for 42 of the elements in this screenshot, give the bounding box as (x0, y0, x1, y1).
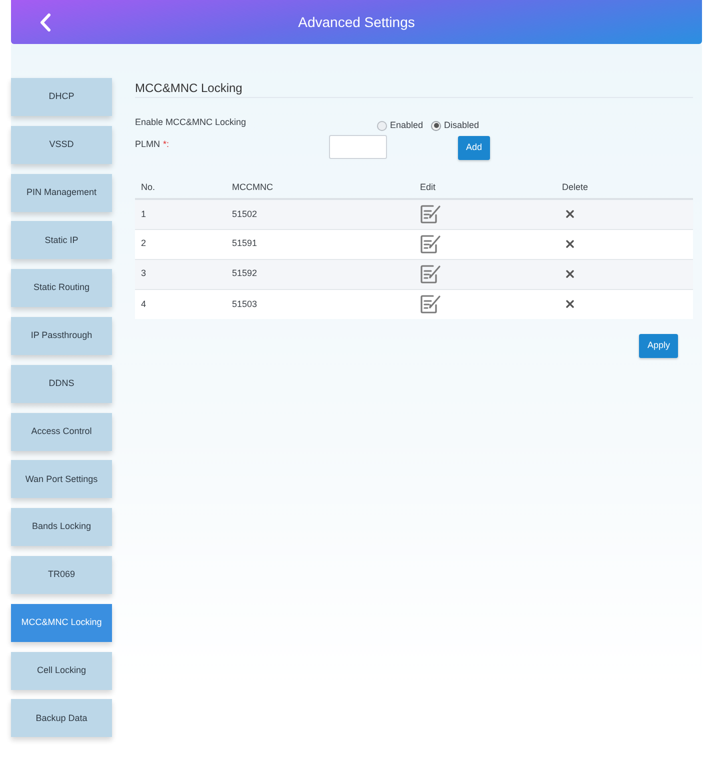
table-cell: 1 (135, 199, 226, 229)
apply-button[interactable]: Apply (639, 334, 678, 358)
edit-icon[interactable] (420, 234, 441, 254)
edit-icon[interactable] (420, 294, 441, 314)
sidebar-item[interactable]: Static Routing (11, 269, 112, 308)
table-cell: 3 (135, 259, 226, 289)
close-icon[interactable] (566, 300, 574, 308)
close-icon[interactable] (566, 270, 574, 278)
sidebar-item[interactable]: Static IP (11, 221, 112, 260)
sidebar-item[interactable]: DHCP (11, 78, 112, 116)
sidebar-item[interactable]: Access Control (11, 412, 112, 451)
radio-icon[interactable] (431, 120, 442, 131)
field-label: Enable MCC&MNC Locking (135, 116, 248, 129)
close-icon[interactable] (566, 210, 574, 218)
close-icon[interactable] (566, 240, 574, 248)
table-cell: 51592 (226, 259, 414, 289)
add-button[interactable]: Add (458, 136, 490, 160)
field-label: PLMN *: (135, 138, 170, 151)
sidebar-item[interactable]: Backup Data (11, 699, 112, 738)
table-cell: 51502 (226, 199, 414, 229)
table-cell: 51591 (226, 229, 414, 259)
sidebar-item[interactable]: PIN Management (11, 174, 112, 212)
sidebar-item[interactable]: Bands Locking (11, 508, 112, 546)
sidebar-item[interactable]: Cell Locking (11, 652, 112, 690)
sidebar-item[interactable]: VSSD (11, 126, 112, 164)
table-cell: 4 (135, 289, 226, 319)
sidebar-item[interactable]: TR069 (11, 556, 112, 594)
sidebar-item[interactable]: IP Passthrough (11, 316, 112, 355)
page-title: Advanced Settings (298, 12, 415, 32)
edit-icon[interactable] (420, 204, 441, 224)
edit-icon[interactable] (420, 264, 441, 284)
radio-option[interactable]: Enabled (377, 119, 424, 132)
sidebar-item[interactable]: Wan Port Settings (11, 460, 112, 498)
back-button[interactable] (39, 12, 51, 32)
input-field[interactable] (329, 135, 387, 159)
table-cell: 2 (135, 229, 226, 259)
chevron-left-icon (39, 12, 51, 32)
radio-icon[interactable] (377, 120, 387, 131)
table-cell: 51503 (226, 289, 414, 319)
section-title: MCC&MNC Locking (135, 80, 693, 98)
sidebar-item[interactable]: DDNS (11, 364, 112, 403)
radio-option[interactable]: Disabled (431, 119, 480, 132)
